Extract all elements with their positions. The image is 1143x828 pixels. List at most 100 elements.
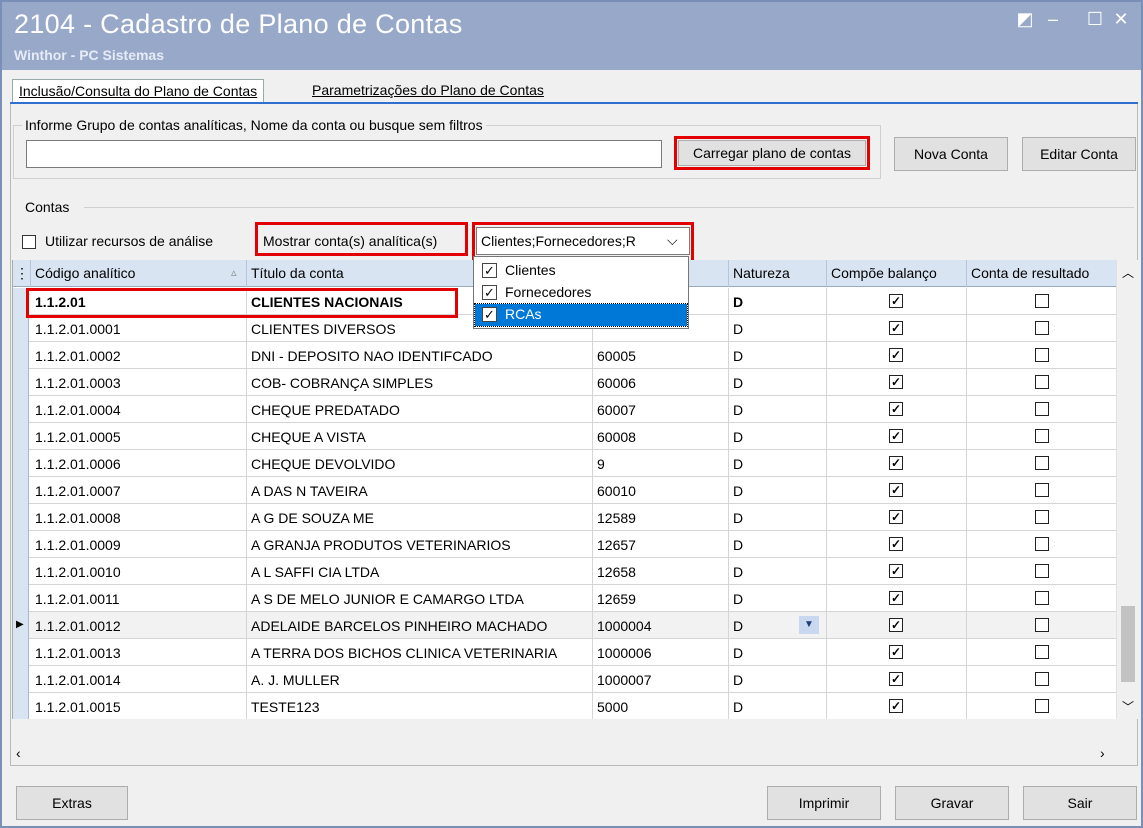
cell-nat[interactable]: D <box>729 531 827 558</box>
resultado-checkbox[interactable] <box>1035 348 1049 362</box>
cell-ref[interactable]: 12658 <box>593 558 729 585</box>
cell-code[interactable]: 1.1.2.01.0008 <box>31 504 247 531</box>
tab-parametrizacoes[interactable]: Parametrizações do Plano de Contas <box>306 79 550 103</box>
horizontal-scrollbar[interactable]: ‹ › <box>12 743 1116 765</box>
cell-code[interactable]: 1.1.2.01.0012 <box>31 612 247 639</box>
balanco-checkbox[interactable]: ✓ <box>889 699 903 713</box>
cell-title[interactable]: COB- COBRANÇA SIMPLES <box>247 369 593 396</box>
cell-title[interactable]: ADELAIDE BARCELOS PINHEIRO MACHADO <box>247 612 593 639</box>
balanco-checkbox[interactable]: ✓ <box>889 591 903 605</box>
balanco-checkbox[interactable]: ✓ <box>889 537 903 551</box>
resultado-checkbox[interactable] <box>1035 483 1049 497</box>
option-rcas[interactable]: ✓ RCAs <box>474 303 688 327</box>
cell-code[interactable]: 1.1.2.01.0005 <box>31 423 247 450</box>
cell-ref[interactable]: 12659 <box>593 585 729 612</box>
balanco-checkbox[interactable]: ✓ <box>889 402 903 416</box>
new-account-button[interactable]: Nova Conta <box>894 137 1008 171</box>
option-rcas-checkbox[interactable]: ✓ <box>482 307 497 322</box>
resultado-checkbox[interactable] <box>1035 510 1049 524</box>
cell-ref[interactable]: 9 <box>593 450 729 477</box>
scroll-up-icon[interactable]: ︿ <box>1122 264 1134 281</box>
table-row[interactable]: 1.1.2.01.0008 A G DE SOUZA ME 12589 D ✓ <box>13 504 1116 531</box>
table-row[interactable]: 1.1.2.01.0015 TESTE123 5000 D ✓ <box>13 693 1116 719</box>
row-indicator[interactable] <box>13 558 29 585</box>
cell-ref[interactable]: 12589 <box>593 504 729 531</box>
table-row[interactable]: ▶ 1.1.2.01.0012 ADELAIDE BARCELOS PINHEIRO… <box>13 612 1116 639</box>
resultado-checkbox[interactable] <box>1035 537 1049 551</box>
load-plan-button[interactable]: Carregar plano de contas <box>678 140 866 166</box>
balanco-checkbox[interactable]: ✓ <box>889 375 903 389</box>
option-clientes-checkbox[interactable]: ✓ <box>482 263 497 278</box>
row-indicator[interactable] <box>13 585 29 612</box>
cell-nat[interactable]: D <box>729 315 827 342</box>
print-button[interactable]: Imprimir <box>767 786 881 820</box>
exit-button[interactable]: Sair <box>1023 786 1137 820</box>
cell-code[interactable]: 1.1.2.01.0006 <box>31 450 247 477</box>
cell-ref[interactable]: 1000006 <box>593 639 729 666</box>
row-indicator[interactable] <box>13 504 29 531</box>
header-codigo[interactable]: Código analítico ▵ <box>31 260 247 287</box>
resultado-checkbox[interactable] <box>1035 375 1049 389</box>
resultado-checkbox[interactable] <box>1035 699 1049 713</box>
cell-title[interactable]: A G DE SOUZA ME <box>247 504 593 531</box>
balanco-checkbox[interactable]: ✓ <box>889 348 903 362</box>
resultado-checkbox[interactable] <box>1035 429 1049 443</box>
table-row[interactable]: 1.1.2.01.0005 CHEQUE A VISTA 60008 D ✓ <box>13 423 1116 450</box>
cell-ref[interactable]: 60008 <box>593 423 729 450</box>
resultado-checkbox[interactable] <box>1035 294 1049 308</box>
save-button[interactable]: Gravar <box>895 786 1009 820</box>
edit-account-button[interactable]: Editar Conta <box>1022 137 1136 171</box>
scroll-down-icon[interactable]: ﹀ <box>1122 698 1134 715</box>
balanco-checkbox[interactable]: ✓ <box>889 672 903 686</box>
cell-nat[interactable]: D <box>729 639 827 666</box>
balanco-checkbox[interactable]: ✓ <box>889 294 903 308</box>
resultado-checkbox[interactable] <box>1035 618 1049 632</box>
cell-title[interactable]: A GRANJA PRODUTOS VETERINARIOS <box>247 531 593 558</box>
resultado-checkbox[interactable] <box>1035 402 1049 416</box>
resultado-checkbox[interactable] <box>1035 456 1049 470</box>
cell-title[interactable]: A TERRA DOS BICHOS CLINICA VETERINARIA <box>247 639 593 666</box>
header-natureza[interactable]: Natureza <box>729 260 827 287</box>
cell-code[interactable]: 1.1.2.01.0013 <box>31 639 247 666</box>
vertical-scrollbar[interactable]: ︿ ﹀ <box>1116 260 1138 719</box>
row-indicator[interactable] <box>13 369 29 396</box>
row-indicator[interactable] <box>13 396 29 423</box>
resultado-checkbox[interactable] <box>1035 564 1049 578</box>
cell-nat[interactable]: D <box>729 342 827 369</box>
cell-code[interactable]: 1.1.2.01.0001 <box>31 315 247 342</box>
option-fornecedores[interactable]: ✓ Fornecedores <box>475 282 687 304</box>
cell-ref[interactable]: 60007 <box>593 396 729 423</box>
cell-nat[interactable]: D <box>729 666 827 693</box>
cell-nat[interactable]: D <box>729 369 827 396</box>
extras-button[interactable]: Extras <box>16 786 128 820</box>
cell-code[interactable]: 1.1.2.01.0004 <box>31 396 247 423</box>
balanco-checkbox[interactable]: ✓ <box>889 645 903 659</box>
row-indicator[interactable] <box>13 666 29 693</box>
option-clientes[interactable]: ✓ Clientes <box>475 260 687 282</box>
analysis-checkbox[interactable] <box>22 235 36 249</box>
table-row[interactable]: 1.1.2.01.0006 CHEQUE DEVOLVIDO 9 D ✓ <box>13 450 1116 477</box>
maximize-button[interactable]: ☐ <box>1084 8 1106 30</box>
row-indicator[interactable] <box>13 315 29 342</box>
cell-ref[interactable]: 1000007 <box>593 666 729 693</box>
row-indicator[interactable] <box>13 342 29 369</box>
cell-code[interactable]: 1.1.2.01.0009 <box>31 531 247 558</box>
balanco-checkbox[interactable]: ✓ <box>889 510 903 524</box>
restore-layout-icon[interactable]: ◩ <box>1014 8 1036 30</box>
cell-nat[interactable]: D <box>729 504 827 531</box>
row-indicator[interactable] <box>13 423 29 450</box>
minimize-button[interactable]: – <box>1042 8 1064 30</box>
cell-nat[interactable]: D <box>729 558 827 585</box>
cell-title[interactable]: A S DE MELO JUNIOR E CAMARGO LTDA <box>247 585 593 612</box>
resultado-checkbox[interactable] <box>1035 321 1049 335</box>
table-row[interactable]: 1.1.2.01.0003 COB- COBRANÇA SIMPLES 60006 D… <box>13 369 1116 396</box>
cell-title[interactable]: TESTE123 <box>247 693 593 719</box>
option-fornecedores-checkbox[interactable]: ✓ <box>482 285 497 300</box>
cell-code[interactable]: 1.1.2.01.0014 <box>31 666 247 693</box>
natureza-dropdown-icon[interactable]: ▼ <box>799 616 819 634</box>
cell-code[interactable]: 1.1.2.01.0010 <box>31 558 247 585</box>
cell-title[interactable]: A. J. MULLER <box>247 666 593 693</box>
cell-code[interactable]: 1.1.2.01.0015 <box>31 693 247 719</box>
cell-title[interactable]: CHEQUE PREDATADO <box>247 396 593 423</box>
row-indicator[interactable] <box>13 531 29 558</box>
